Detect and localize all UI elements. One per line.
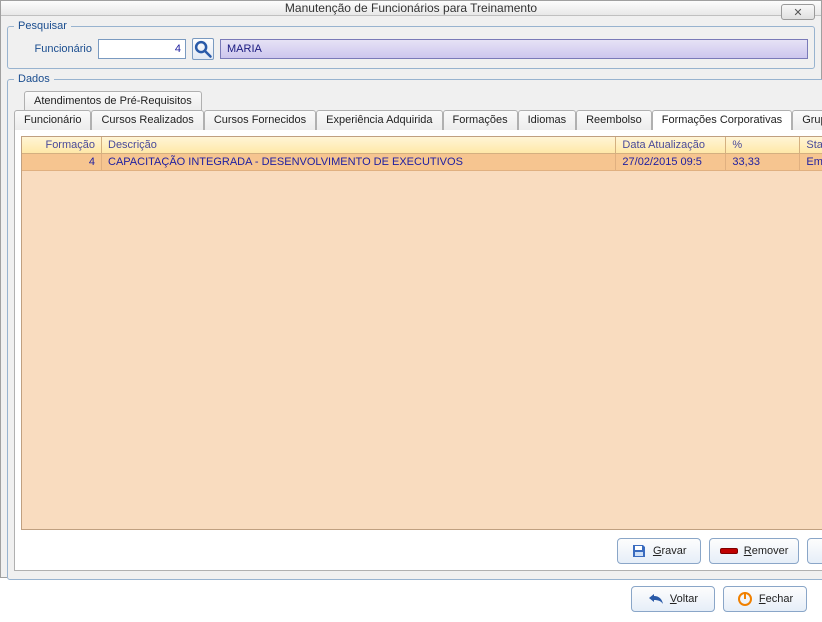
tab-cursos-realizados[interactable]: Cursos Realizados <box>91 110 203 130</box>
employee-lookup-button[interactable] <box>192 38 214 60</box>
cell-descricao: CAPACITAÇÃO INTEGRADA - DESENVOLVIMENTO … <box>102 154 616 170</box>
limpar-button[interactable]: Limpar <box>807 538 822 564</box>
voltar-label: oltar <box>677 593 698 605</box>
tabs: Atendimentos de Pré-Requisitos Funcionár… <box>14 91 822 130</box>
undo-icon <box>648 591 664 607</box>
search-legend: Pesquisar <box>14 20 71 32</box>
footer-buttons: Voltar Fechar <box>7 584 815 616</box>
search-icon <box>193 39 213 59</box>
tab-grupos-especiais[interactable]: Grupos Especiais <box>792 110 822 130</box>
tab-row-upper: Atendimentos de Pré-Requisitos <box>24 91 822 111</box>
cell-status: Em andamento <box>800 154 822 170</box>
remover-label: emover <box>752 545 789 557</box>
save-icon <box>631 543 647 559</box>
grid-col-descricao[interactable]: Descrição <box>102 137 616 153</box>
titlebar: Manutenção de Funcionários para Treiname… <box>1 1 821 16</box>
cell-data: 27/02/2015 09:5 <box>616 154 726 170</box>
grid-col-status[interactable]: Status <box>800 137 822 153</box>
tab-atendimentos-prerequisitos[interactable]: Atendimentos de Pré-Requisitos <box>24 91 202 111</box>
employee-name-field: MARIA <box>220 39 808 59</box>
gravar-label: ravar <box>662 545 687 557</box>
grid-button-row: Gravar Remover Limpar <box>21 538 822 564</box>
grid: Formação Descrição Data Atualização % St… <box>21 136 822 530</box>
dados-legend: Dados <box>14 73 54 85</box>
gravar-button[interactable]: Gravar <box>617 538 701 564</box>
tab-formacoes-corporativas[interactable]: Formações Corporativas <box>652 110 792 130</box>
cell-pct: 33,33 <box>726 154 800 170</box>
dados-body: Atendimentos de Pré-Requisitos Funcionár… <box>14 91 822 571</box>
tab-content: Formação Descrição Data Atualização % St… <box>14 129 822 571</box>
search-group: Pesquisar Funcionário MARIA <box>7 20 815 69</box>
tab-formacoes[interactable]: Formações <box>443 110 518 130</box>
grid-header: Formação Descrição Data Atualização % St… <box>22 137 822 154</box>
power-icon <box>737 591 753 607</box>
fechar-button[interactable]: Fechar <box>723 586 807 612</box>
window: Manutenção de Funcionários para Treiname… <box>0 0 822 578</box>
remove-icon <box>720 548 738 554</box>
employee-id-input[interactable] <box>98 39 186 59</box>
dados-group: Dados Atendimentos de Pré-Requisitos Fun… <box>7 73 822 580</box>
voltar-button[interactable]: Voltar <box>631 586 715 612</box>
tab-reembolso[interactable]: Reembolso <box>576 110 652 130</box>
cell-formacao: 4 <box>22 154 102 170</box>
grid-col-data[interactable]: Data Atualização <box>616 137 726 153</box>
tab-funcionario[interactable]: Funcionário <box>14 110 91 130</box>
search-row: Funcionário MARIA <box>14 38 808 60</box>
tab-cursos-fornecidos[interactable]: Cursos Fornecidos <box>204 110 316 130</box>
grid-col-formacao[interactable]: Formação <box>22 137 102 153</box>
content-area: Pesquisar Funcionário MARIA Dados Aten <box>1 16 821 622</box>
employee-label: Funcionário <box>14 43 92 55</box>
window-close-button[interactable]: ✕ <box>781 4 815 20</box>
fechar-label: echar <box>766 593 794 605</box>
tab-experiencia-adquirida[interactable]: Experiência Adquirida <box>316 110 442 130</box>
tab-idiomas[interactable]: Idiomas <box>518 110 577 130</box>
tab-row-lower: Funcionário Cursos Realizados Cursos For… <box>14 110 822 130</box>
grid-col-pct[interactable]: % <box>726 137 800 153</box>
window-title: Manutenção de Funcionários para Treiname… <box>285 1 537 15</box>
table-row[interactable]: 4 CAPACITAÇÃO INTEGRADA - DESENVOLVIMENT… <box>22 154 822 171</box>
close-icon: ✕ <box>793 6 802 19</box>
remover-button[interactable]: Remover <box>709 538 800 564</box>
